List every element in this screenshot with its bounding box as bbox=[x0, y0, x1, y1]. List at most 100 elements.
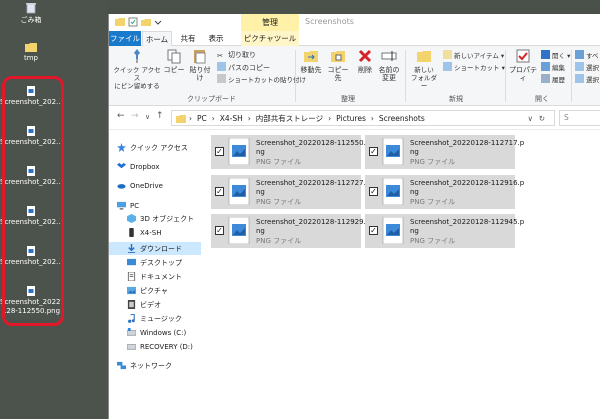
up-arrow-icon[interactable]: ↑ bbox=[156, 111, 164, 121]
nav-item-network[interactable]: ネットワーク bbox=[117, 360, 172, 371]
file-tile[interactable]: ✓ Screenshot_20220128-112916.p ng PNG ファイ… bbox=[365, 175, 524, 209]
shortcut-button[interactable]: ショートカット ▾ bbox=[443, 62, 505, 72]
back-arrow-icon[interactable]: ← bbox=[117, 111, 125, 121]
new-folder-button[interactable]: 新しい フォルダー bbox=[409, 48, 439, 90]
select-none-button[interactable]: 選択 bbox=[575, 62, 599, 72]
nav-item-x4-sh[interactable]: X4-SH bbox=[127, 227, 161, 238]
file-checkbox[interactable]: ✓ bbox=[369, 147, 378, 156]
file-checkbox[interactable]: ✓ bbox=[369, 187, 378, 196]
file-checkbox[interactable]: ✓ bbox=[369, 226, 378, 235]
cube-icon bbox=[127, 214, 136, 223]
edit-button[interactable]: 編集 bbox=[541, 62, 565, 72]
file-type: PNG ファイル bbox=[256, 198, 302, 206]
nav-item-music[interactable]: ミュージック bbox=[127, 313, 182, 324]
pin-quick-access-button[interactable]: クイック アクセス にピン留めする bbox=[113, 48, 161, 90]
rename-label: 名前の 変更 bbox=[378, 66, 400, 82]
cloud-icon bbox=[117, 184, 126, 189]
breadcrumb-device[interactable]: X4-SH bbox=[220, 114, 243, 123]
cut-button[interactable]: ✂ 切り取り bbox=[217, 50, 256, 61]
paste-button[interactable]: 貼り付け bbox=[187, 48, 213, 82]
music-icon bbox=[128, 314, 135, 323]
file-name: Screenshot_20220128-112945.p ng bbox=[410, 218, 525, 235]
file-tile[interactable]: ✓ Screenshot_20220128-112929.p ng PNG ファイ… bbox=[211, 214, 370, 248]
scissors-icon: ✂ bbox=[217, 52, 223, 60]
window-title: Screenshots bbox=[305, 17, 354, 26]
new-group-label: 新規 bbox=[449, 95, 463, 103]
download-icon bbox=[127, 244, 136, 253]
breadcrumb-separator: › bbox=[247, 113, 251, 123]
tab-share[interactable]: 共有 bbox=[175, 31, 201, 46]
copy-label: コピー bbox=[163, 66, 185, 74]
cut-label: 切り取り bbox=[228, 51, 256, 59]
copy-path-label: パスのコピー bbox=[228, 64, 270, 72]
delete-button[interactable]: 削除 bbox=[355, 48, 375, 74]
file-type: PNG ファイル bbox=[256, 158, 302, 166]
select-all-button[interactable]: すべ bbox=[575, 50, 599, 60]
address-bar-row: ← → ∨ ↑ › PC › X4-SH › 内部共有ストレージ › Pictu… bbox=[109, 106, 600, 130]
invert-selection-button[interactable]: 選択 bbox=[575, 74, 599, 84]
nav-item-dropbox[interactable]: Dropbox bbox=[117, 161, 160, 172]
nav-item-downloads[interactable]: ダウンロード bbox=[127, 243, 182, 254]
copy-to-label: コピー先 bbox=[327, 66, 349, 82]
forward-arrow-icon[interactable]: → bbox=[131, 111, 139, 121]
paste-shortcut-button[interactable]: ショートカットの貼り付け bbox=[217, 74, 306, 84]
file-checkbox[interactable]: ✓ bbox=[215, 226, 224, 235]
refresh-icon[interactable]: ↻ bbox=[539, 114, 545, 123]
nav-label: Dropbox bbox=[130, 162, 160, 171]
nav-item-quick-access[interactable]: クイック アクセス bbox=[117, 142, 188, 153]
copy-to-button[interactable]: コピー先 bbox=[325, 48, 351, 82]
address-chevron-down-icon[interactable]: ∨ bbox=[528, 114, 534, 123]
breadcrumb-pc[interactable]: PC bbox=[197, 114, 207, 123]
search-input[interactable]: S bbox=[559, 110, 600, 126]
move-to-button[interactable]: 移動先 bbox=[299, 48, 323, 74]
file-tile[interactable]: ✓ Screenshot_20220128-112550.p ng PNG ファイ… bbox=[211, 135, 370, 169]
file-checkbox[interactable]: ✓ bbox=[215, 147, 224, 156]
properties-icon[interactable] bbox=[128, 17, 138, 27]
recent-chevron-down-icon[interactable]: ∨ bbox=[145, 113, 150, 121]
file-tile[interactable]: ✓ Screenshot_20220128-112717.p ng PNG ファイ… bbox=[365, 135, 524, 169]
nav-item-3d-objects[interactable]: 3D オブジェクト bbox=[127, 213, 194, 224]
folder-icon[interactable] bbox=[115, 17, 125, 27]
file-checkbox[interactable]: ✓ bbox=[215, 187, 224, 196]
file-name: Screenshot_20220128-112717.p ng bbox=[410, 139, 525, 156]
document-icon bbox=[127, 272, 136, 281]
tab-picture-tools[interactable]: ピクチャツール bbox=[241, 31, 299, 46]
desktop-item-recycle-bin[interactable]: ごみ箱 bbox=[0, 2, 62, 25]
nav-item-documents[interactable]: ドキュメント bbox=[127, 271, 182, 282]
new-item-button[interactable]: 新しいアイテム ▾ bbox=[443, 50, 504, 60]
properties-button[interactable]: プロパティ bbox=[507, 48, 539, 82]
breadcrumb-storage[interactable]: 内部共有ストレージ bbox=[256, 113, 323, 124]
title-bar: 管理 Screenshots bbox=[109, 14, 600, 31]
png-file-icon bbox=[382, 217, 404, 244]
nav-item-videos[interactable]: ビデオ bbox=[127, 299, 161, 310]
history-button[interactable]: 履歴 bbox=[541, 74, 565, 84]
open-button[interactable]: 開く ▾ bbox=[541, 50, 570, 60]
tab-home[interactable]: ホーム bbox=[142, 31, 172, 47]
nav-label: クイック アクセス bbox=[130, 143, 188, 152]
chevron-down-icon[interactable] bbox=[154, 17, 162, 27]
pin-icon bbox=[134, 49, 140, 63]
new-folder-icon[interactable] bbox=[141, 17, 151, 27]
rename-icon bbox=[381, 51, 397, 61]
desktop-item-tmp[interactable]: tmp bbox=[0, 42, 62, 63]
tab-view[interactable]: 表示 bbox=[203, 31, 229, 46]
copy-path-button[interactable]: パスのコピー bbox=[217, 62, 270, 73]
quick-access-toolbar bbox=[115, 17, 162, 27]
breadcrumb-screenshots[interactable]: Screenshots bbox=[379, 114, 425, 123]
nav-item-pictures[interactable]: ピクチャ bbox=[127, 285, 168, 296]
ribbon-separator bbox=[405, 50, 406, 102]
file-tile[interactable]: ✓ Screenshot_20220128-112945.p ng PNG ファイ… bbox=[365, 214, 524, 248]
tab-file[interactable]: ファイル bbox=[109, 31, 141, 46]
address-input[interactable]: › PC › X4-SH › 内部共有ストレージ › Pictures › Sc… bbox=[171, 110, 555, 126]
nav-item-onedrive[interactable]: OneDrive bbox=[117, 180, 163, 191]
nav-item-pc[interactable]: PC bbox=[117, 200, 139, 211]
copy-button[interactable]: コピー bbox=[163, 48, 185, 74]
nav-item-windows-c[interactable]: Windows (C:) bbox=[127, 327, 186, 338]
desktop: ごみ箱 tmp Screenshot_202... Screenshot_202… bbox=[0, 0, 108, 419]
breadcrumb-pictures[interactable]: Pictures bbox=[336, 114, 366, 123]
nav-item-recovery-d[interactable]: RECOVERY (D:) bbox=[127, 341, 193, 352]
nav-item-desktop[interactable]: デスクトップ bbox=[127, 257, 182, 268]
file-tile[interactable]: ✓ Screenshot_20220128-112727.p ng PNG ファイ… bbox=[211, 175, 370, 209]
rename-button[interactable]: 名前の 変更 bbox=[377, 48, 401, 82]
video-icon bbox=[127, 300, 136, 309]
